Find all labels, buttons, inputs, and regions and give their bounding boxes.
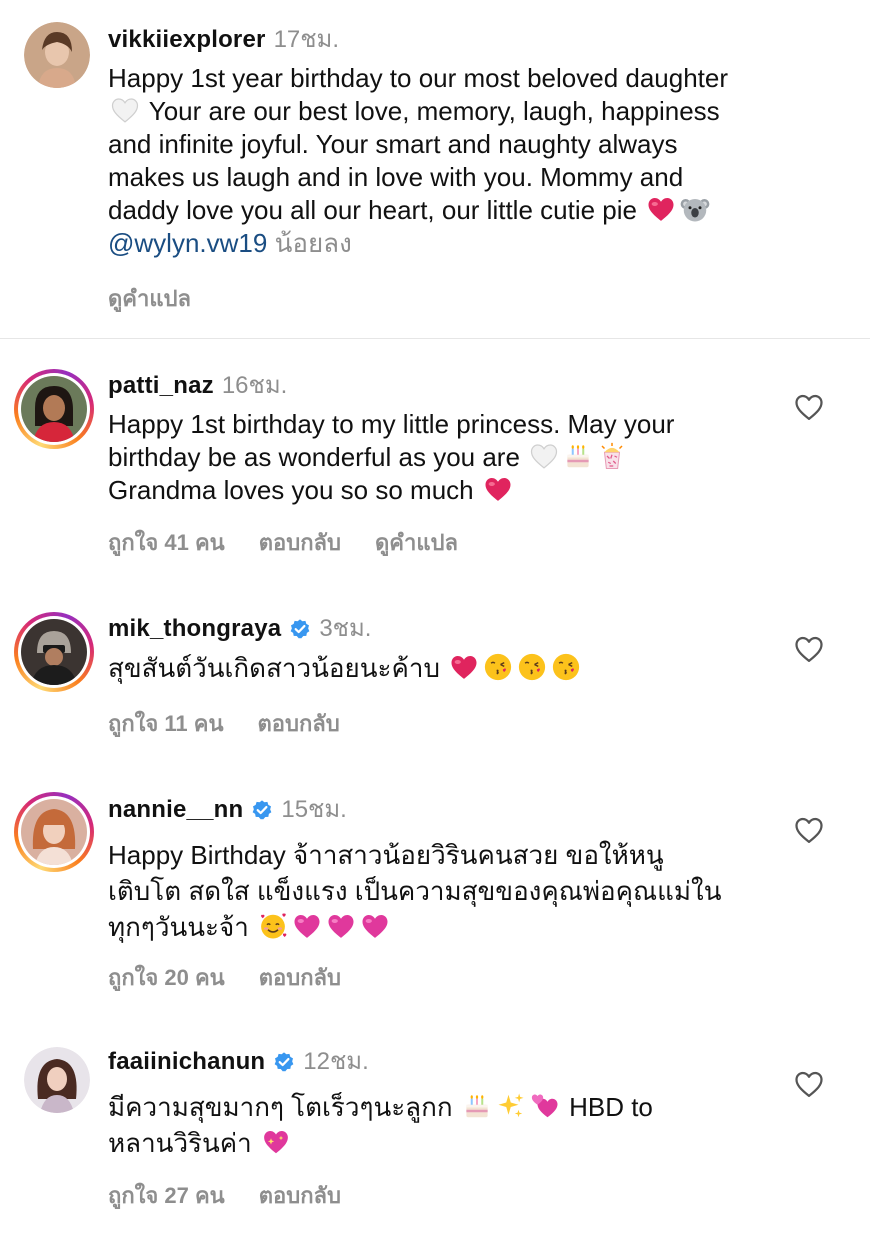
like-heart-icon[interactable] [794, 1070, 824, 1098]
username[interactable]: faaiinichanun [108, 1048, 265, 1076]
white-heart-icon [529, 441, 559, 471]
likes-count[interactable]: ถูกใจ 27 คน [108, 1178, 225, 1213]
reply-button[interactable]: ตอบกลับ [258, 706, 340, 741]
likes-count[interactable]: ถูกใจ 41 คน [108, 525, 225, 560]
comment-item: vikkiiexplorer 17ชม. Happy 1st year birt… [0, 0, 870, 338]
comment-header: mik_thongraya 3ชม. [108, 615, 371, 643]
see-translation-button[interactable]: ดูคำแปล [375, 525, 458, 560]
verified-badge-icon [251, 799, 273, 821]
comment-header: nannie__nn 15ชม. [108, 796, 347, 824]
red-heart-icon [483, 474, 513, 504]
comment-line: เติบโต สดใส แข็งแรง เป็นความสุขของคุณพ่อ… [108, 876, 722, 906]
avatar[interactable] [14, 792, 94, 872]
birthday-cake-icon [563, 441, 593, 471]
comment-line: Your are our best love, memory, laugh, h… [108, 95, 828, 128]
sparkles-icon [496, 1091, 526, 1121]
comment-header: patti_naz 16ชม. [108, 372, 287, 400]
username[interactable]: patti_naz [108, 372, 214, 400]
comment-line: Happy 1st year birthday to our most belo… [108, 63, 729, 93]
timestamp: 12ชม. [303, 1048, 369, 1075]
show-less-link[interactable]: น้อยลง [275, 228, 352, 258]
comment-line: ทุกๆวันนะจ้า [108, 909, 828, 945]
comment-line: Grandma loves you so so much [108, 474, 828, 507]
like-heart-icon[interactable] [794, 635, 824, 663]
two-hearts-icon [530, 1091, 560, 1121]
likes-count[interactable]: ถูกใจ 11 คน [108, 706, 224, 741]
comment-line: birthday be as wonderful as you are [108, 441, 828, 474]
pink-heart-icon [326, 911, 356, 941]
koala-icon [680, 194, 710, 224]
comment-line: @wylyn.vw19 น้อยลง [108, 227, 828, 260]
avatar[interactable] [24, 1047, 90, 1113]
username[interactable]: mik_thongraya [108, 615, 281, 643]
comment-line: Happy 1st birthday to my little princess… [108, 409, 675, 439]
pink-heart-icon [360, 911, 390, 941]
comment-header: faaiinichanun 12ชม. [108, 1048, 369, 1076]
red-heart-icon [449, 652, 479, 682]
comment-line: daddy love you all our heart, our little… [108, 194, 828, 227]
birthday-cake-icon [462, 1091, 492, 1121]
kissing-face-icon [483, 652, 513, 682]
kissing-face-icon [551, 652, 581, 682]
confetti-icon [597, 441, 627, 471]
mention-link[interactable]: @wylyn.vw19 [108, 228, 267, 258]
comment-text: มีความสุขมากๆ โตเร็วๆนะลูกก HBD to หลานว… [108, 1089, 828, 1161]
comment-text: Happy Birthday จ้าาสาวน้อยวิรินคนสวย ขอใ… [108, 837, 828, 945]
white-heart-icon [110, 95, 140, 125]
red-heart-icon [646, 194, 676, 224]
kissing-face-icon [517, 652, 547, 682]
comment-text: สุขสันต์วันเกิดสาวน้อยนะค้าบ [108, 652, 828, 685]
avatar-image [24, 22, 90, 88]
comment-line: หลานวิรินค่า [108, 1125, 828, 1161]
avatar-image [21, 799, 87, 865]
comment-text: Happy 1st year birthday to our most belo… [108, 62, 828, 260]
avatar[interactable] [14, 612, 94, 692]
reply-button[interactable]: ตอบกลับ [259, 525, 341, 560]
comment-line: and infinite joyful. Your smart and naug… [108, 129, 678, 159]
see-translation-button[interactable]: ดูคำแปล [108, 281, 191, 316]
comment-line: มีความสุขมากๆ โตเร็วๆนะลูกก HBD to [108, 1091, 653, 1122]
divider [0, 338, 870, 339]
like-heart-icon[interactable] [794, 816, 824, 844]
avatar[interactable] [14, 369, 94, 449]
avatar-image [21, 376, 87, 442]
verified-badge-icon [273, 1051, 295, 1073]
smiling-face-with-hearts-icon [258, 911, 288, 941]
avatar[interactable] [24, 22, 90, 88]
avatar-image [24, 1047, 90, 1113]
timestamp: 16ชม. [221, 372, 288, 399]
comment-line: makes us laugh and in love with you. Mom… [108, 162, 684, 192]
timestamp: 3ชม. [319, 615, 372, 642]
comment-actions: ถูกใจ 41 คน ตอบกลับ ดูคำแปล [108, 525, 458, 560]
username[interactable]: vikkiiexplorer [108, 26, 266, 54]
comment-line: Happy Birthday จ้าาสาวน้อยวิรินคนสวย ขอใ… [108, 840, 664, 870]
reply-button[interactable]: ตอบกลับ [259, 960, 341, 995]
username[interactable]: nannie__nn [108, 796, 243, 824]
comment-actions: ถูกใจ 11 คน ตอบกลับ [108, 706, 340, 741]
pink-heart-icon [292, 911, 322, 941]
verified-badge-icon [289, 618, 311, 640]
comment-text: Happy 1st birthday to my little princess… [108, 408, 828, 507]
likes-count[interactable]: ถูกใจ 20 คน [108, 960, 225, 995]
comment-line: สุขสันต์วันเกิดสาวน้อยนะค้าบ [108, 652, 828, 685]
comment-actions: ถูกใจ 27 คน ตอบกลับ [108, 1178, 341, 1213]
timestamp: 17ชม. [273, 26, 340, 53]
like-heart-icon[interactable] [794, 393, 824, 421]
comment-header: vikkiiexplorer 17ชม. [108, 26, 339, 54]
avatar-image [21, 619, 87, 685]
reply-button[interactable]: ตอบกลับ [259, 1178, 341, 1213]
timestamp: 15ชม. [281, 796, 347, 823]
sparkling-heart-icon [261, 1127, 291, 1157]
comment-actions: ถูกใจ 20 คน ตอบกลับ [108, 960, 341, 995]
